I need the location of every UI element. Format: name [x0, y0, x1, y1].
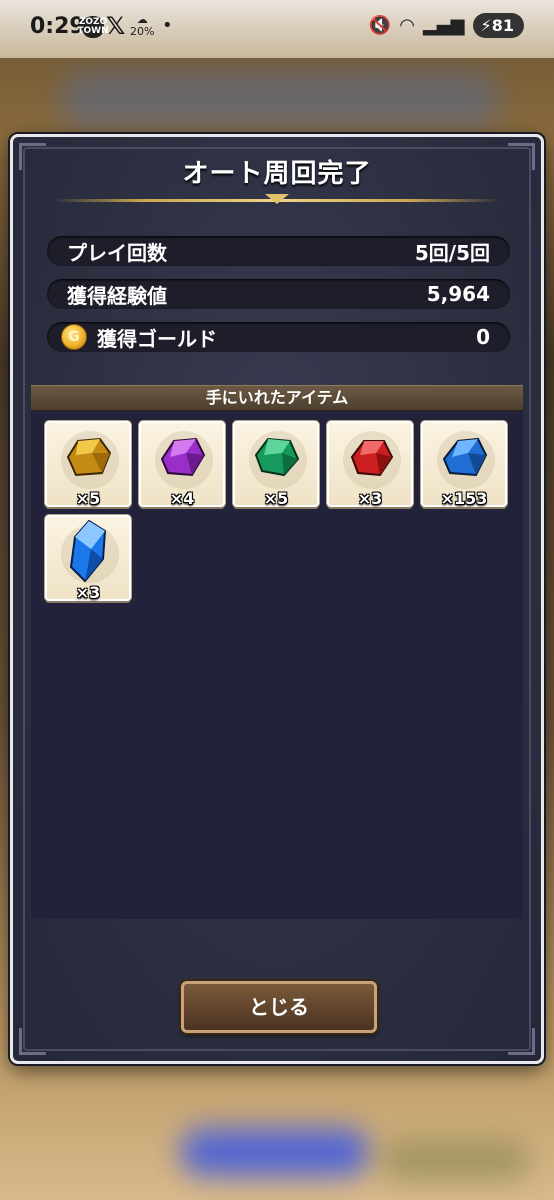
play-count-label: プレイ回数 [67, 240, 167, 265]
background-blur [60, 70, 500, 130]
yellow-gem-icon [66, 438, 112, 477]
gold-label: 獲得ゴールド [97, 326, 217, 351]
frame-corner-ornament [19, 1028, 46, 1055]
item-slot[interactable]: ×5 [233, 421, 319, 508]
red-gem-icon [350, 440, 394, 477]
status-bar: 0:29 ZOZO TOWN 𝕏 ☁ 20% • 🔇 ◠ ▂▄▆ ⚡81 [0, 0, 554, 58]
status-icons: 🔇 ◠ ▂▄▆ ⚡81 [369, 13, 524, 38]
wifi-icon: ◠ [399, 15, 415, 36]
item-quantity: ×153 [440, 489, 488, 508]
obtained-items-grid: ×5 ×4 ×5 ×3 ×153 ×3 [31, 411, 523, 919]
auto-run-result-dialog: オート周回完了 プレイ回数 5回/5回 獲得経験値 5,964 G 獲得ゴールド… [10, 134, 544, 1064]
item-quantity: ×4 [169, 489, 195, 508]
mute-icon: 🔇 [368, 15, 392, 36]
gold-value: 0 [476, 325, 490, 349]
background-blur-bottom-left [180, 1128, 370, 1176]
notification-dot-icon: • [162, 15, 173, 36]
item-slot[interactable]: ×5 [45, 421, 131, 508]
obtained-items-header: 手にいれたアイテム [31, 385, 523, 411]
item-slot[interactable]: ×4 [139, 421, 225, 508]
item-slot[interactable]: ×3 [45, 515, 131, 602]
purple-gem-icon [160, 438, 206, 477]
item-slot[interactable]: ×3 [327, 421, 413, 508]
weather-percent: 20% [130, 25, 155, 38]
exp-label: 獲得経験値 [67, 283, 167, 308]
item-quantity: ×5 [263, 489, 289, 508]
item-quantity: ×5 [75, 489, 101, 508]
item-slot[interactable]: ×153 [421, 421, 507, 508]
green-gem-icon [254, 438, 300, 477]
blue-gem-icon [442, 438, 488, 477]
gold-coin-icon: G [61, 324, 87, 350]
frame-corner-ornament [508, 1028, 535, 1055]
battery-indicator: ⚡81 [472, 13, 524, 38]
play-count-row: プレイ回数 5回/5回 [47, 236, 510, 266]
x-app-icon: 𝕏 [106, 12, 126, 40]
blue-crystal-icon [69, 520, 107, 583]
signal-icon: ▂▄▆ [422, 15, 465, 36]
weather-icon: ☁ 20% [130, 13, 155, 38]
dialog-title: オート周回完了 [182, 159, 372, 189]
exp-value: 5,964 [426, 282, 490, 306]
item-quantity: ×3 [357, 489, 383, 508]
zozotown-icon: ZOZO TOWN [77, 16, 109, 38]
title-ornament-icon [265, 194, 289, 204]
play-count-value: 5回/5回 [414, 240, 490, 265]
exp-row: 獲得経験値 5,964 [47, 279, 510, 309]
gold-row: G 獲得ゴールド 0 [47, 322, 510, 352]
background-blur-bottom-right [380, 1140, 530, 1180]
close-button[interactable]: とじる [181, 981, 377, 1033]
item-quantity: ×3 [75, 583, 101, 602]
